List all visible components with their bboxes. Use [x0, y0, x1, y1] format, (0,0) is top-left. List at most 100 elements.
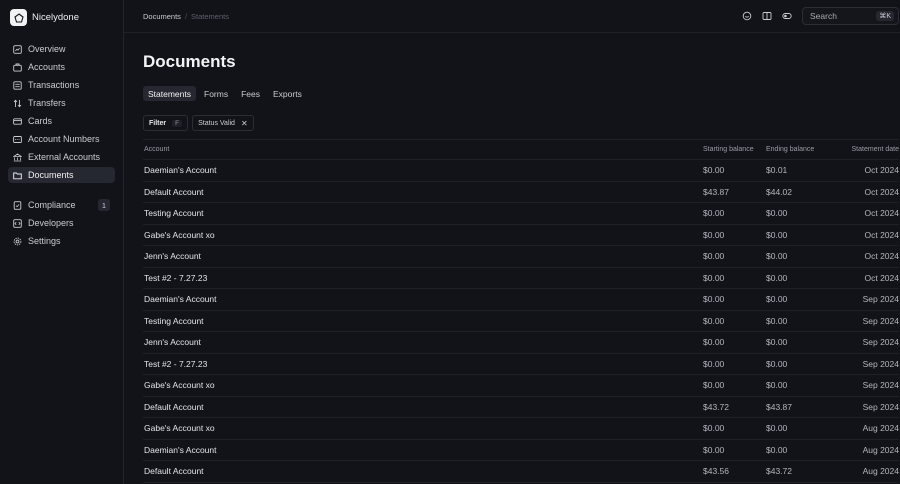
- statement-date: Oct 2024: [864, 229, 900, 240]
- table-row[interactable]: Default Account $43.56 $43.72 Aug 2024: [143, 461, 899, 482]
- statement-date: Aug 2024: [862, 466, 899, 477]
- breadcrumb-statements: Statements: [191, 11, 229, 21]
- ending-balance: $44.02: [766, 186, 792, 197]
- account-name: Test #2 - 7.27.23: [144, 358, 208, 369]
- search-placeholder: Search: [810, 11, 837, 21]
- sidebar-item-accounts[interactable]: Accounts: [8, 59, 115, 75]
- sidebar-item-settings[interactable]: Settings: [8, 233, 115, 249]
- column-account[interactable]: Account: [143, 139, 703, 160]
- starting-balance: $0.00: [703, 272, 725, 283]
- starting-balance: $0.00: [703, 380, 725, 391]
- sidebar-item-label: Transactions: [28, 80, 80, 90]
- filter-button[interactable]: Filter F: [143, 115, 189, 131]
- filter-bar: Filter F Status Valid ✕: [143, 115, 899, 131]
- starting-balance: $0.00: [703, 423, 725, 434]
- chat-icon[interactable]: [742, 11, 752, 21]
- account-name: Testing Account: [144, 315, 204, 326]
- sidebar-item-external-accounts[interactable]: External Accounts: [8, 149, 115, 165]
- sidebar-item-account-numbers[interactable]: Account Numbers: [8, 131, 115, 147]
- account-name: Test #2 - 7.27.23: [144, 272, 208, 283]
- statement-date: Oct 2024: [864, 186, 900, 197]
- sidebar-item-cards[interactable]: Cards: [8, 113, 115, 129]
- table-row[interactable]: Daemian's Account $0.00 $0.00 Aug 2024: [143, 439, 899, 461]
- breadcrumb-documents[interactable]: Documents: [143, 12, 181, 21]
- sidebar-item-label: External Accounts: [28, 152, 101, 162]
- column-ending-balance[interactable]: Ending balance: [766, 139, 830, 160]
- breadcrumb: Documents / Statements: [143, 12, 229, 21]
- gear-icon: [13, 237, 22, 246]
- count-badge: 1: [98, 199, 110, 211]
- overview-icon: [13, 44, 22, 54]
- filter-label: Filter: [149, 119, 167, 127]
- starting-balance: $0.00: [703, 444, 725, 455]
- book-icon[interactable]: [762, 11, 772, 21]
- sidebar-item-developers[interactable]: Developers: [8, 215, 115, 231]
- starting-balance: $0.00: [703, 315, 725, 326]
- toggle-icon[interactable]: [782, 11, 792, 21]
- table-row[interactable]: Default Account $43.87 $44.02 Oct 2024: [143, 181, 899, 203]
- table-row[interactable]: Testing Account $0.00 $0.00 Sep 2024: [143, 310, 899, 332]
- table-row[interactable]: Default Account $43.72 $43.87 Sep 2024: [143, 396, 899, 418]
- sidebar-item-label: Settings: [28, 236, 61, 246]
- column-statement-date[interactable]: Statement date: [830, 139, 899, 160]
- column-starting-balance[interactable]: Starting balance: [703, 139, 766, 160]
- close-icon[interactable]: ✕: [241, 119, 248, 128]
- table-row[interactable]: Testing Account $0.00 $0.00 Oct 2024: [143, 203, 899, 224]
- statement-date: Aug 2024: [862, 423, 899, 434]
- sidebar-item-transfers[interactable]: Transfers: [8, 95, 115, 111]
- folder-icon: [13, 171, 22, 180]
- tab-exports[interactable]: Exports: [268, 86, 307, 101]
- table-row[interactable]: Test #2 - 7.27.23 $0.00 $0.00 Oct 2024: [143, 267, 899, 289]
- search-input[interactable]: Search ⌘K: [802, 7, 899, 25]
- statement-date: Oct 2024: [864, 272, 900, 283]
- brand[interactable]: Nicelydone: [8, 9, 115, 26]
- transfers-icon: [13, 99, 22, 108]
- sidebar-nav-secondary: Compliance 1 Developers Settings: [8, 197, 115, 249]
- sidebar-item-overview[interactable]: Overview: [8, 41, 115, 57]
- sidebar-item-transactions[interactable]: Transactions: [8, 77, 115, 93]
- statement-date: Sep 2024: [862, 337, 899, 348]
- starting-balance: $0.00: [703, 337, 725, 348]
- filter-chip-status[interactable]: Status Valid ✕: [192, 115, 254, 131]
- starting-balance: $0.00: [703, 251, 725, 262]
- table-row[interactable]: Daemian's Account $0.00 $0.00 Sep 2024: [143, 289, 899, 310]
- ending-balance: $0.00: [766, 358, 788, 369]
- table-row[interactable]: Test #2 - 7.27.23 $0.00 $0.00 Sep 2024: [143, 353, 899, 375]
- table-row[interactable]: Jenn's Account $0.00 $0.00 Sep 2024: [143, 332, 899, 353]
- tab-fees[interactable]: Fees: [236, 86, 265, 101]
- sidebar-item-label: Documents: [28, 170, 74, 180]
- filter-chip-label: Status Valid: [198, 119, 235, 127]
- table-header: Account Starting balance Ending balance …: [143, 139, 899, 160]
- tab-bar: Statements Forms Fees Exports: [143, 86, 899, 101]
- starting-balance: $0.00: [703, 165, 725, 176]
- table-row[interactable]: Gabe's Account xo $0.00 $0.00 Aug 2024: [143, 418, 899, 439]
- ending-balance: $0.00: [766, 423, 788, 434]
- table-row[interactable]: Jenn's Account $0.00 $0.00 Oct 2024: [143, 246, 899, 267]
- ending-balance: $0.00: [766, 229, 788, 240]
- table-row[interactable]: Daemian's Account $0.00 $0.01 Oct 2024: [143, 160, 899, 181]
- brand-name: Nicelydone: [32, 12, 79, 23]
- account-name: Default Account: [144, 401, 204, 412]
- app-root: Nicelydone Overview Accounts Transactions T…: [0, 0, 900, 484]
- table-body: Daemian's Account $0.00 $0.01 Oct 2024 Defau…: [143, 160, 899, 482]
- starting-balance: $43.72: [703, 401, 729, 412]
- topbar: Documents / Statements Search ⌘K: [124, 0, 900, 33]
- top-icons: [742, 11, 792, 21]
- ending-balance: $0.00: [766, 380, 788, 391]
- account-name: Daemian's Account: [144, 444, 217, 455]
- tab-statements[interactable]: Statements: [143, 86, 196, 101]
- ending-balance: $43.87: [766, 401, 792, 412]
- sidebar-nav: Overview Accounts Transactions Transfers Car…: [8, 41, 115, 183]
- sidebar-item-documents[interactable]: Documents: [8, 167, 115, 183]
- statement-date: Sep 2024: [862, 294, 899, 305]
- starting-balance: $0.00: [703, 208, 725, 219]
- table-row[interactable]: Gabe's Account xo $0.00 $0.00 Oct 2024: [143, 224, 899, 246]
- ending-balance: $0.00: [766, 444, 788, 455]
- sidebar-item-label: Cards: [28, 116, 53, 126]
- ending-balance: $43.72: [766, 466, 792, 477]
- table-row[interactable]: Gabe's Account xo $0.00 $0.00 Sep 2024: [143, 375, 899, 396]
- sidebar-item-label: Account Numbers: [28, 134, 100, 144]
- tab-forms[interactable]: Forms: [199, 86, 233, 101]
- sidebar-item-label: Compliance: [28, 200, 76, 210]
- sidebar-item-compliance[interactable]: Compliance 1: [8, 197, 115, 213]
